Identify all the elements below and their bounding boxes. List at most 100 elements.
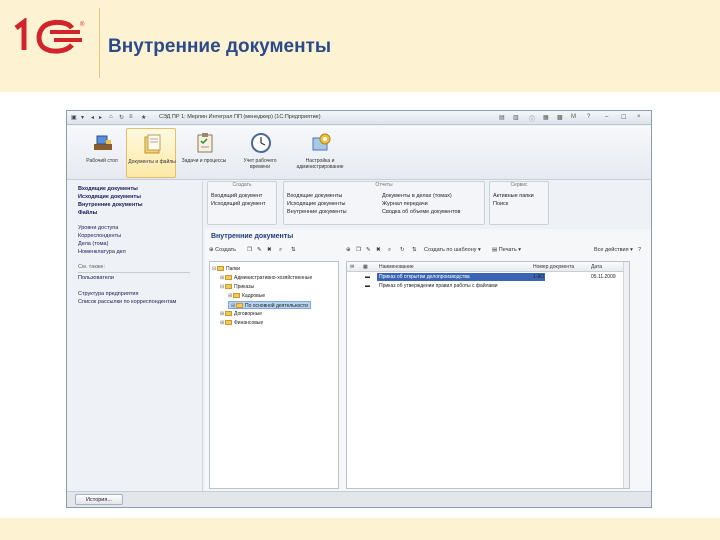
attachment-column-icon[interactable]: ✉ — [350, 264, 354, 270]
tree-node-finance[interactable]: ⊞ Финансовые — [220, 319, 263, 327]
tree-node-hr[interactable]: ⊞ Кадровые — [228, 292, 265, 300]
back-icon[interactable]: ◂ — [91, 114, 94, 121]
help-icon[interactable]: ? — [587, 114, 590, 120]
list-delete-icon[interactable]: ✖ — [376, 247, 381, 253]
titlebar: ▣ ▾ ◂ ▸ ⌂ ↻ ≡ ★ СЭД ПР 1: Мерлин Интегра… — [67, 111, 651, 125]
close-icon[interactable]: × — [637, 114, 641, 120]
report-outgoing[interactable]: Исходящие документы — [287, 201, 345, 207]
all-actions-button[interactable]: Все действия ▾ — [594, 247, 633, 253]
column-header-name[interactable]: Наименование — [379, 264, 414, 270]
print-icon[interactable]: ▥ — [513, 114, 519, 121]
svg-text:®: ® — [80, 21, 85, 28]
tree-node-admin[interactable]: ⊞ Административно-хозяйственные — [220, 274, 312, 282]
delete-icon[interactable]: ✖ — [267, 247, 272, 253]
list-new-icon[interactable]: ⊕ — [346, 247, 351, 253]
section-tasks[interactable]: Задачи и процессы — [179, 128, 229, 178]
cmd-create-outgoing[interactable]: Исходящий документ — [211, 201, 266, 207]
service-active-folders[interactable]: Активные папки — [493, 193, 534, 199]
section-desktop[interactable]: Рабочий стол — [77, 128, 127, 178]
folder-icon — [225, 311, 232, 317]
tree-node-root[interactable]: ⊟ Папки — [212, 265, 240, 273]
document-icon: ▬ — [365, 283, 370, 289]
nav-cases[interactable]: Дела (тома) — [78, 241, 108, 247]
list-header: ✉ ▦ Наименование Номер документа Дата — [347, 262, 629, 272]
mem-icon[interactable]: M — [571, 114, 576, 120]
button-label: Печать — [498, 247, 517, 253]
report-internal[interactable]: Внутренние документы — [287, 209, 347, 215]
print-button[interactable]: ▤ Печать ▾ — [492, 247, 521, 253]
type-column-icon[interactable]: ▦ — [363, 264, 368, 270]
tree-node-label: По основной деятельности — [245, 303, 308, 309]
folder-tree: ⊟ Папки ⊞ Административно-хозяйственные ⊟ П… — [209, 261, 339, 489]
tree-node-contracts[interactable]: ⊞ Договорные — [220, 310, 262, 318]
nav-outgoing-docs[interactable]: Исходящие документы — [78, 194, 141, 200]
tree-node-orders[interactable]: ⊟ Приказы — [220, 283, 254, 291]
nav-case-nomenclature[interactable]: Номенклатура дел — [78, 249, 126, 255]
report-incoming[interactable]: Входящие документы — [287, 193, 342, 199]
section-documents[interactable]: Документы и файлы — [126, 128, 176, 178]
tree-node-label: Приказы — [234, 284, 255, 290]
service-search[interactable]: Поиск — [493, 201, 508, 207]
edit-icon[interactable]: ✎ — [257, 247, 262, 253]
tree-node-label: Финансовые — [234, 320, 264, 326]
dropdown-icon[interactable]: ▾ — [81, 114, 84, 121]
find-icon[interactable]: ⌕ — [279, 247, 282, 254]
tree-node-label: Кадровые — [242, 293, 266, 299]
minimize-icon[interactable]: – — [605, 114, 608, 120]
header-divider — [99, 8, 100, 78]
help-icon[interactable]: ? — [638, 247, 641, 253]
nav-internal-docs[interactable]: Внутренние документы — [78, 202, 143, 208]
column-header-date[interactable]: Дата — [591, 264, 602, 270]
calendar-icon[interactable]: ▩ — [557, 114, 563, 121]
list-edit-icon[interactable]: ✎ — [366, 247, 371, 253]
tree-node-main-activity[interactable]: ⊞ По основной деятельности — [228, 301, 311, 309]
window-title: СЭД ПР 1: Мерлин Интеграл ПП (менеджер) … — [159, 114, 321, 120]
nav-mailing-list[interactable]: Список рассылки по корреспондентам — [78, 299, 176, 305]
refresh-icon[interactable]: ↻ — [119, 114, 124, 121]
save-icon[interactable]: ▤ — [499, 114, 505, 121]
desktop-icon — [94, 135, 112, 150]
section-time[interactable]: Учет рабочего времени — [235, 128, 285, 178]
list-move-icon[interactable]: ⇅ — [412, 247, 417, 253]
history-button[interactable]: История... — [75, 494, 123, 505]
table-row[interactable]: ▬ Приказ об открытии делопроизводства 1-… — [347, 273, 629, 281]
forward-icon[interactable]: ▸ — [99, 114, 102, 121]
nav-incoming-docs[interactable]: Входящие документы — [78, 186, 138, 192]
button-label: Все действия — [594, 247, 629, 253]
nav-access-levels[interactable]: Уровни доступа — [78, 225, 118, 231]
page-title: Внутренние документы — [211, 233, 294, 240]
calculator-icon[interactable]: ▦ — [543, 114, 549, 121]
status-bar: История... — [67, 491, 651, 507]
column-header-number[interactable]: Номер документа — [533, 264, 574, 270]
move-icon[interactable]: ⇅ — [291, 247, 296, 253]
section-settings[interactable]: Настройка и администрирование — [295, 128, 345, 178]
info-icon[interactable]: ⓘ — [529, 114, 535, 123]
table-row[interactable]: ▬ Приказ об утверждении правил работы с … — [347, 282, 629, 290]
home-icon[interactable]: ⌂ — [109, 114, 113, 120]
create-by-template-button[interactable]: Создать по шаблону ▾ — [424, 247, 481, 253]
favorites-star-icon[interactable]: ★ — [141, 114, 146, 121]
settings-icon — [312, 133, 331, 151]
list-refresh-icon[interactable]: ↻ — [400, 247, 405, 253]
report-transfer-log[interactable]: Журнал передачи — [382, 201, 428, 207]
clock-icon — [251, 133, 271, 153]
copy-icon[interactable]: ❐ — [247, 247, 252, 253]
nav-org-structure[interactable]: Структура предприятия — [78, 291, 138, 297]
report-volume-summary[interactable]: Сводка об объеме документов — [382, 209, 460, 215]
report-docs-in-cases[interactable]: Документы в делах (томах) — [382, 193, 452, 199]
nav-see-also-heading: См. также: — [78, 264, 105, 270]
history-icon[interactable]: ≡ — [129, 114, 133, 120]
nav-correspondents[interactable]: Корреспонденты — [78, 233, 121, 239]
nav-users[interactable]: Пользователи — [78, 275, 114, 281]
list-copy-icon[interactable]: ❐ — [356, 247, 361, 253]
slide-header: ® Внутренние документы — [0, 0, 720, 92]
nav-files[interactable]: Файлы — [78, 210, 97, 216]
maximize-icon[interactable]: ☐ — [621, 114, 626, 121]
app-menu-icon[interactable]: ▣ — [71, 114, 77, 121]
section-label: Настройка и администрирование — [296, 158, 344, 170]
list-find-icon[interactable]: ⌕ — [388, 247, 391, 254]
tree-create-button[interactable]: ⊕ Создать — [209, 247, 236, 253]
section-label: Учет рабочего времени — [243, 158, 277, 170]
list-scrollbar[interactable] — [623, 262, 629, 488]
cmd-create-incoming[interactable]: Входящий документ — [211, 193, 262, 199]
